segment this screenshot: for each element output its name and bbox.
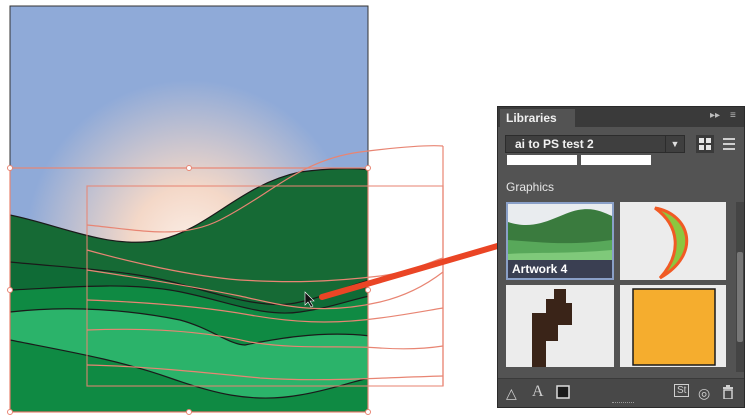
color-swatch-strip xyxy=(581,155,651,165)
panel-scrollbar[interactable] xyxy=(736,202,744,372)
trash-icon[interactable] xyxy=(722,385,734,402)
panel-tab-bar: Libraries ▸▸ ≡ xyxy=(498,107,744,127)
collapse-panel-icon[interactable]: ▸▸ xyxy=(710,110,720,121)
add-graphic-icon[interactable]: △ xyxy=(506,385,517,402)
chevron-down-icon[interactable]: ▼ xyxy=(665,136,684,152)
panel-resize-grip[interactable] xyxy=(612,402,634,407)
library-selector[interactable]: ai to PS test 2 ▼ xyxy=(505,135,685,153)
scrollbar-thumb[interactable] xyxy=(737,252,743,342)
panel-footer-toolbar: △ A St ◎ xyxy=(498,378,744,407)
library-item-artwork-4[interactable]: Artwork 4 xyxy=(506,202,614,280)
library-name: ai to PS test 2 xyxy=(515,137,594,151)
panel-menu-icon[interactable]: ≡ xyxy=(730,110,736,121)
crescent-thumbnail xyxy=(620,202,726,280)
libraries-tab[interactable]: Libraries xyxy=(500,109,575,127)
add-fill-color-icon[interactable] xyxy=(556,385,570,402)
stock-icon[interactable]: St xyxy=(674,384,690,397)
grid-view-icon[interactable] xyxy=(696,135,714,153)
list-view-icon[interactable] xyxy=(720,135,738,153)
library-item-silhouette[interactable] xyxy=(506,285,614,367)
creative-cloud-sync-icon[interactable]: ◎ xyxy=(698,385,710,402)
graphics-section-label: Graphics xyxy=(506,180,555,194)
library-item-orange-square[interactable] xyxy=(620,285,726,367)
libraries-panel: Libraries ▸▸ ≡ ai to PS test 2 ▼ Graphic… xyxy=(497,106,745,408)
library-item-crescent[interactable] xyxy=(620,202,726,280)
silhouette-thumbnail xyxy=(506,285,614,367)
add-text-style-icon[interactable]: A xyxy=(532,383,544,401)
library-item-label: Artwork 4 xyxy=(508,260,612,278)
color-swatch-strip xyxy=(507,155,577,165)
orange-square-thumbnail xyxy=(620,285,726,367)
